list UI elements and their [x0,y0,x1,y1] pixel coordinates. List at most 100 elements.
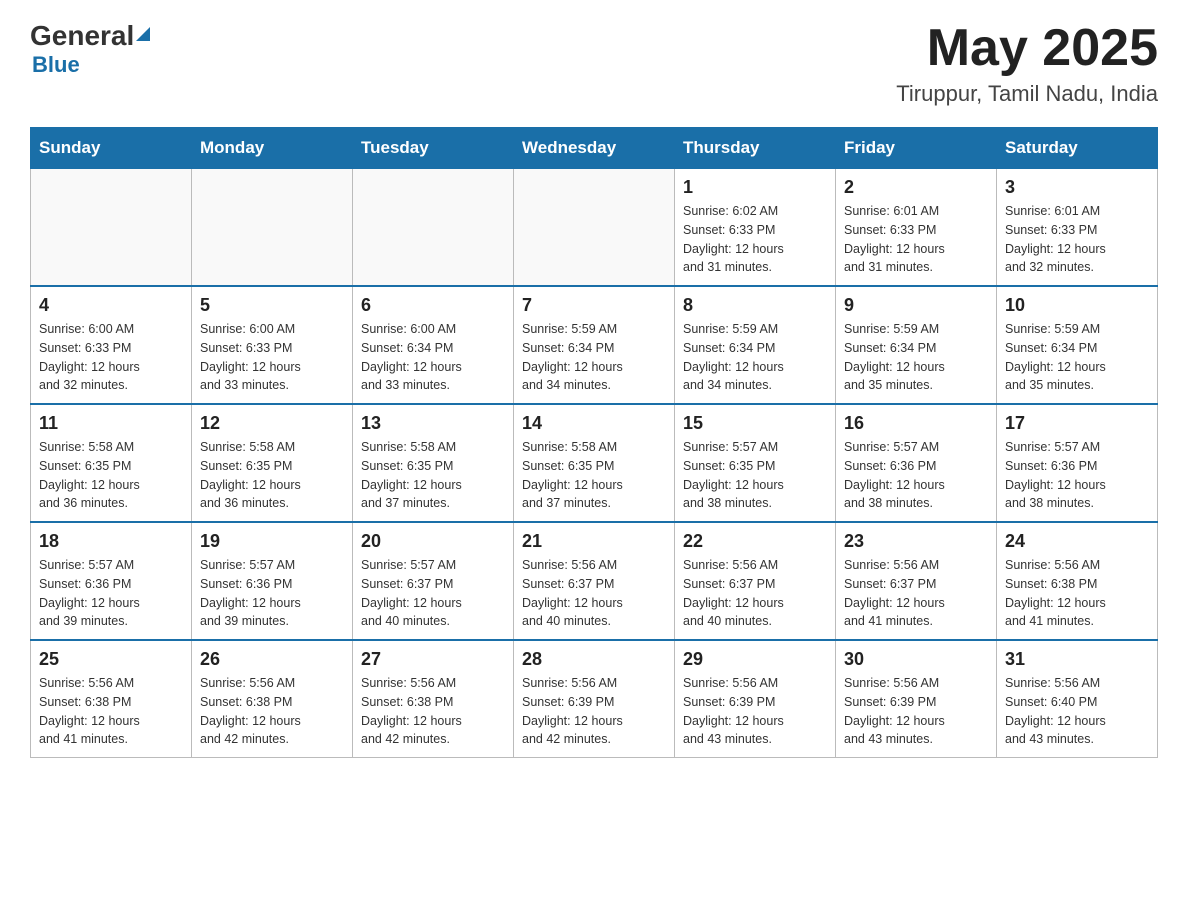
calendar-day-cell: 8Sunrise: 5:59 AMSunset: 6:34 PMDaylight… [675,286,836,404]
day-info: Sunrise: 6:01 AMSunset: 6:33 PMDaylight:… [844,202,988,277]
calendar-day-cell [31,169,192,287]
day-number: 5 [200,295,344,316]
calendar-day-cell: 24 Sunrise: 5:56 AMSunset: 6:38 PMDayligh… [997,522,1158,640]
day-of-week-header: Tuesday [353,128,514,169]
day-info: Sunrise: 5:59 AMSunset: 6:34 PMDaylight:… [522,320,666,395]
calendar-header-row: SundayMondayTuesdayWednesdayThursdayFrid… [31,128,1158,169]
logo-triangle-icon [136,27,150,41]
calendar-day-cell: 13 Sunrise: 5:58 AMSunset: 6:35 PMDayligh… [353,404,514,522]
day-of-week-header: Wednesday [514,128,675,169]
calendar-day-cell: 30 Sunrise: 5:56 AMSunset: 6:39 PMDayligh… [836,640,997,758]
day-info: Sunrise: 5:56 AMSunset: 6:37 PMDaylight:… [522,556,666,631]
calendar-day-cell: 2 Sunrise: 6:01 AMSunset: 6:33 PMDaylight… [836,169,997,287]
day-info: Sunrise: 5:56 AMSunset: 6:38 PMDaylight:… [39,674,183,749]
day-info: Sunrise: 6:00 AMSunset: 6:34 PMDaylight:… [361,320,505,395]
day-number: 16 [844,413,988,434]
day-info: Sunrise: 5:58 AMSunset: 6:35 PMDaylight:… [39,438,183,513]
calendar-day-cell: 1 Sunrise: 6:02 AMSunset: 6:33 PMDaylight… [675,169,836,287]
calendar-day-cell: 6 Sunrise: 6:00 AMSunset: 6:34 PMDaylight… [353,286,514,404]
day-number: 9 [844,295,988,316]
calendar-day-cell: 21 Sunrise: 5:56 AMSunset: 6:37 PMDayligh… [514,522,675,640]
calendar-day-cell: 7 Sunrise: 5:59 AMSunset: 6:34 PMDaylight… [514,286,675,404]
day-number: 8 [683,295,827,316]
calendar-day-cell: 25 Sunrise: 5:56 AMSunset: 6:38 PMDayligh… [31,640,192,758]
logo-blue: Blue [32,52,150,78]
day-number: 21 [522,531,666,552]
day-info: Sunrise: 5:57 AMSunset: 6:35 PMDaylight:… [683,438,827,513]
page-header: General Blue May 2025 Tiruppur, Tamil Na… [30,20,1158,107]
day-number: 12 [200,413,344,434]
location-title: Tiruppur, Tamil Nadu, India [896,81,1158,107]
day-number: 14 [522,413,666,434]
day-info: Sunrise: 6:01 AMSunset: 6:33 PMDaylight:… [1005,202,1149,277]
day-info: Sunrise: 5:56 AMSunset: 6:39 PMDaylight:… [522,674,666,749]
day-info: Sunrise: 5:58 AMSunset: 6:35 PMDaylight:… [200,438,344,513]
calendar-day-cell: 19Sunrise: 5:57 AMSunset: 6:36 PMDayligh… [192,522,353,640]
day-info: Sunrise: 5:56 AMSunset: 6:38 PMDaylight:… [1005,556,1149,631]
day-number: 15 [683,413,827,434]
day-info: Sunrise: 5:59 AMSunset: 6:34 PMDaylight:… [1005,320,1149,395]
calendar-day-cell [353,169,514,287]
logo: General Blue [30,20,150,78]
calendar-day-cell: 23 Sunrise: 5:56 AMSunset: 6:37 PMDayligh… [836,522,997,640]
calendar-day-cell: 29 Sunrise: 5:56 AMSunset: 6:39 PMDayligh… [675,640,836,758]
calendar-day-cell: 10 Sunrise: 5:59 AMSunset: 6:34 PMDayligh… [997,286,1158,404]
day-number: 11 [39,413,183,434]
day-info: Sunrise: 5:58 AMSunset: 6:35 PMDaylight:… [522,438,666,513]
day-of-week-header: Sunday [31,128,192,169]
calendar-day-cell: 20 Sunrise: 5:57 AMSunset: 6:37 PMDayligh… [353,522,514,640]
day-number: 7 [522,295,666,316]
day-number: 13 [361,413,505,434]
day-info: Sunrise: 5:57 AMSunset: 6:36 PMDaylight:… [844,438,988,513]
calendar-week-row: 18Sunrise: 5:57 AMSunset: 6:36 PMDayligh… [31,522,1158,640]
day-number: 25 [39,649,183,670]
day-number: 24 [1005,531,1149,552]
day-info: Sunrise: 5:59 AMSunset: 6:34 PMDaylight:… [844,320,988,395]
calendar-week-row: 4 Sunrise: 6:00 AMSunset: 6:33 PMDaylight… [31,286,1158,404]
day-info: Sunrise: 5:57 AMSunset: 6:37 PMDaylight:… [361,556,505,631]
day-of-week-header: Saturday [997,128,1158,169]
day-info: Sunrise: 5:56 AMSunset: 6:39 PMDaylight:… [844,674,988,749]
title-section: May 2025 Tiruppur, Tamil Nadu, India [896,20,1158,107]
day-info: Sunrise: 6:00 AMSunset: 6:33 PMDaylight:… [39,320,183,395]
calendar-week-row: 11 Sunrise: 5:58 AMSunset: 6:35 PMDayligh… [31,404,1158,522]
day-info: Sunrise: 5:56 AMSunset: 6:39 PMDaylight:… [683,674,827,749]
calendar-table: SundayMondayTuesdayWednesdayThursdayFrid… [30,127,1158,758]
day-of-week-header: Monday [192,128,353,169]
day-number: 29 [683,649,827,670]
day-number: 19 [200,531,344,552]
day-info: Sunrise: 5:58 AMSunset: 6:35 PMDaylight:… [361,438,505,513]
day-number: 27 [361,649,505,670]
day-info: Sunrise: 5:56 AMSunset: 6:37 PMDaylight:… [844,556,988,631]
calendar-day-cell: 11 Sunrise: 5:58 AMSunset: 6:35 PMDayligh… [31,404,192,522]
day-number: 3 [1005,177,1149,198]
day-info: Sunrise: 5:56 AMSunset: 6:38 PMDaylight:… [200,674,344,749]
day-info: Sunrise: 5:57 AMSunset: 6:36 PMDaylight:… [39,556,183,631]
day-number: 6 [361,295,505,316]
calendar-day-cell: 17Sunrise: 5:57 AMSunset: 6:36 PMDayligh… [997,404,1158,522]
day-number: 2 [844,177,988,198]
logo-general: General [30,20,134,52]
day-info: Sunrise: 5:57 AMSunset: 6:36 PMDaylight:… [1005,438,1149,513]
calendar-day-cell: 31Sunrise: 5:56 AMSunset: 6:40 PMDayligh… [997,640,1158,758]
day-info: Sunrise: 5:56 AMSunset: 6:40 PMDaylight:… [1005,674,1149,749]
calendar-week-row: 1 Sunrise: 6:02 AMSunset: 6:33 PMDaylight… [31,169,1158,287]
calendar-day-cell: 3 Sunrise: 6:01 AMSunset: 6:33 PMDaylight… [997,169,1158,287]
calendar-day-cell: 9 Sunrise: 5:59 AMSunset: 6:34 PMDaylight… [836,286,997,404]
day-number: 4 [39,295,183,316]
day-info: Sunrise: 6:00 AMSunset: 6:33 PMDaylight:… [200,320,344,395]
day-info: Sunrise: 5:56 AMSunset: 6:37 PMDaylight:… [683,556,827,631]
calendar-day-cell: 26Sunrise: 5:56 AMSunset: 6:38 PMDayligh… [192,640,353,758]
day-number: 30 [844,649,988,670]
day-number: 20 [361,531,505,552]
month-title: May 2025 [896,20,1158,77]
day-info: Sunrise: 6:02 AMSunset: 6:33 PMDaylight:… [683,202,827,277]
day-number: 1 [683,177,827,198]
day-number: 10 [1005,295,1149,316]
calendar-day-cell: 28Sunrise: 5:56 AMSunset: 6:39 PMDayligh… [514,640,675,758]
calendar-day-cell [192,169,353,287]
calendar-day-cell: 22Sunrise: 5:56 AMSunset: 6:37 PMDayligh… [675,522,836,640]
day-number: 23 [844,531,988,552]
day-of-week-header: Thursday [675,128,836,169]
calendar-day-cell: 12 Sunrise: 5:58 AMSunset: 6:35 PMDayligh… [192,404,353,522]
